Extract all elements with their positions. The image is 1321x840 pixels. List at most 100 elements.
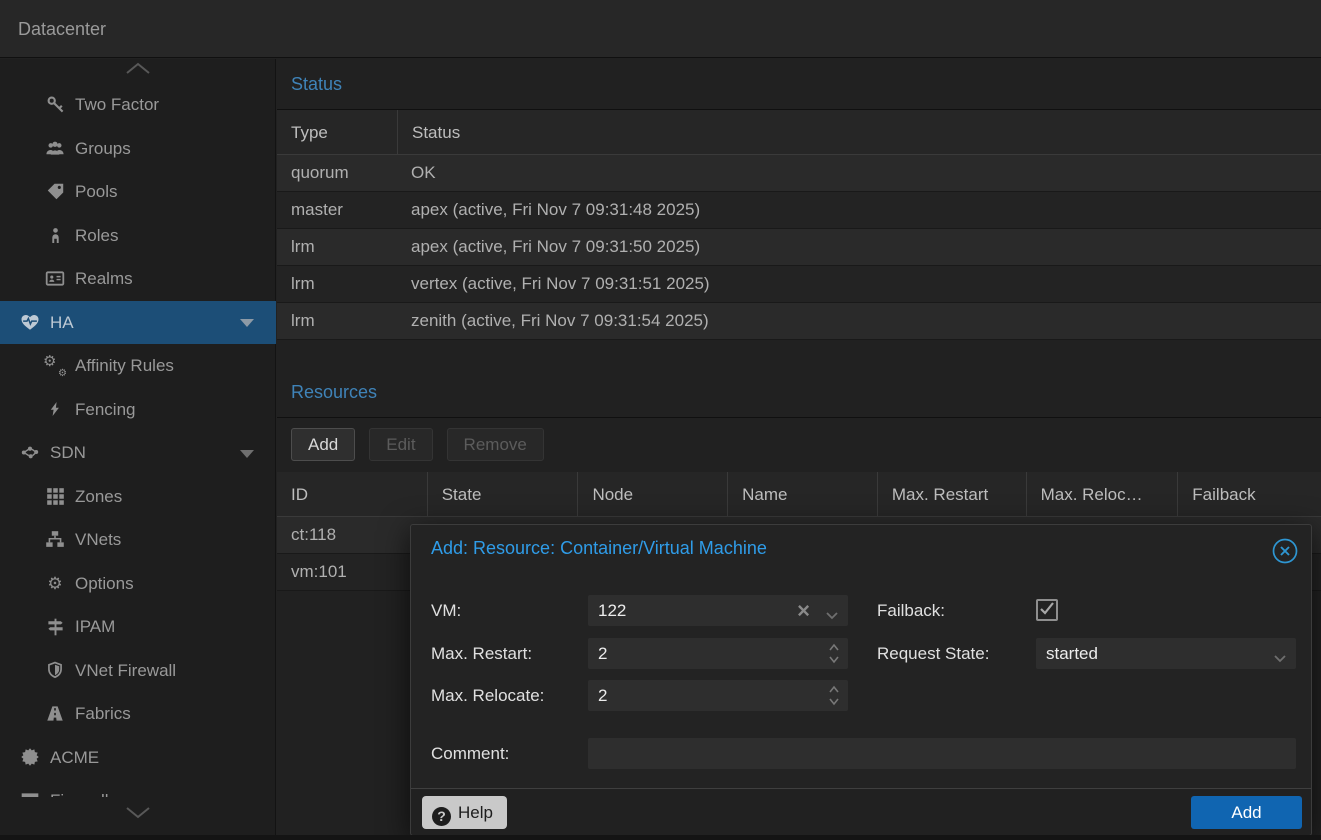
sidebar-item-pools[interactable]: Pools <box>0 170 276 214</box>
sidebar-item-label: Groups <box>75 127 131 171</box>
cell-type: lrm <box>277 303 397 339</box>
status-col-status[interactable]: Status <box>397 110 1321 154</box>
close-icon[interactable] <box>1271 537 1299 565</box>
sidebar-item-label: VNet Firewall <box>75 649 176 693</box>
status-panel: Status TypeStatus quorumOKmasterapex (ac… <box>277 59 1321 340</box>
add-button[interactable]: Add <box>291 428 355 461</box>
cell-type: quorum <box>277 155 397 191</box>
person-icon <box>45 225 65 245</box>
remove-button: Remove <box>447 428 544 461</box>
dialog-footer: ?Help Add <box>411 788 1311 835</box>
failback-checkbox[interactable] <box>1036 599 1058 621</box>
signpost-icon <box>45 617 65 637</box>
spinner-arrows-icon[interactable] <box>828 641 840 671</box>
chevron-down-icon[interactable] <box>1274 650 1286 668</box>
cell-type: master <box>277 192 397 228</box>
status-row[interactable]: masterapex (active, Fri Nov 7 09:31:48 2… <box>277 192 1321 229</box>
status-col-type[interactable]: Type <box>277 110 397 154</box>
vm-value: 122 <box>598 595 626 626</box>
vm-label: VM: <box>431 595 461 626</box>
sidebar-item-label: Options <box>75 562 134 606</box>
status-row[interactable]: lrmapex (active, Fri Nov 7 09:31:50 2025… <box>277 229 1321 266</box>
resources-col-node[interactable]: Node <box>577 472 727 516</box>
add-resource-dialog: Add: Resource: Container/Virtual Machine… <box>410 524 1312 836</box>
cell-id: vm:101 <box>277 554 427 590</box>
max-restart-spinner[interactable]: 2 <box>588 638 848 669</box>
sidebar-item-label: HA <box>50 301 74 345</box>
cell-type: lrm <box>277 266 397 302</box>
caret-down-icon[interactable] <box>240 319 254 327</box>
heartbeat-icon <box>20 312 40 332</box>
sidebar-item-sdn[interactable]: SDN <box>0 431 276 475</box>
sidebar-item-firewall[interactable]: Firewall <box>0 779 276 797</box>
sidebar-item-label: Pools <box>75 170 118 214</box>
clear-icon[interactable]: × <box>797 596 810 625</box>
status-row[interactable]: lrmvertex (active, Fri Nov 7 09:31:51 20… <box>277 266 1321 303</box>
sidebar-scroll-up[interactable] <box>0 61 276 83</box>
bolt-icon <box>45 399 65 419</box>
resources-col-state[interactable]: State <box>427 472 578 516</box>
resources-col-id[interactable]: ID <box>277 472 427 516</box>
sidebar-item-groups[interactable]: Groups <box>0 127 276 171</box>
cell-status: vertex (active, Fri Nov 7 09:31:51 2025) <box>397 266 1321 302</box>
sidebar-item-fabrics[interactable]: Fabrics <box>0 692 276 736</box>
cell-id: ct:118 <box>277 517 427 553</box>
resources-toolbar: Add Edit Remove <box>277 418 1321 472</box>
sidebar-item-two-factor[interactable]: Two Factor <box>0 83 276 127</box>
sidebar-item-vnets[interactable]: VNets <box>0 518 276 562</box>
gears-icon: ⚙⚙ <box>45 356 65 376</box>
max-restart-value: 2 <box>598 638 607 669</box>
add-submit-button[interactable]: Add <box>1191 796 1302 829</box>
cell-status: OK <box>397 155 1321 191</box>
cell-status: apex (active, Fri Nov 7 09:31:50 2025) <box>397 229 1321 265</box>
help-button[interactable]: ?Help <box>422 796 507 829</box>
address-card-icon <box>45 269 65 289</box>
sidebar-item-label: Zones <box>75 475 122 519</box>
resources-col-name[interactable]: Name <box>727 472 877 516</box>
sidebar-item-options[interactable]: ⚙ Options <box>0 562 276 606</box>
spinner-arrows-icon[interactable] <box>828 683 840 713</box>
sidebar-item-label: ACME <box>50 736 99 780</box>
comment-input[interactable] <box>588 738 1296 769</box>
caret-down-icon[interactable] <box>240 450 254 458</box>
status-table-header: TypeStatus <box>277 110 1321 155</box>
sidebar-item-acme[interactable]: ACME <box>0 736 276 780</box>
sidebar-item-ha[interactable]: HA <box>0 301 276 345</box>
page-title: Datacenter <box>18 0 106 58</box>
sidebar-item-label: Realms <box>75 257 133 301</box>
sidebar-item-label: VNets <box>75 518 121 562</box>
question-icon: ? <box>432 807 451 826</box>
gear-icon: ⚙ <box>45 573 65 593</box>
sitemap-icon <box>45 530 65 550</box>
sidebar-item-vnet-firewall[interactable]: VNet Firewall <box>0 649 276 693</box>
road-icon <box>45 704 65 724</box>
firewall-icon <box>20 791 40 797</box>
status-row[interactable]: quorumOK <box>277 155 1321 192</box>
dialog-title: Add: Resource: Container/Virtual Machine <box>431 538 767 559</box>
request-state-select[interactable]: started <box>1036 638 1296 669</box>
resources-col-max-reloc[interactable]: Max. Reloc… <box>1026 472 1178 516</box>
resources-col-max-restart[interactable]: Max. Restart <box>877 472 1026 516</box>
max-relocate-spinner[interactable]: 2 <box>588 680 848 711</box>
sidebar-item-zones[interactable]: Zones <box>0 475 276 519</box>
sidebar-item-affinity-rules[interactable]: ⚙⚙Affinity Rules <box>0 344 276 388</box>
chevron-down-icon[interactable] <box>826 607 838 625</box>
sidebar-scroll-down[interactable] <box>0 806 276 828</box>
sidebar-item-roles[interactable]: Roles <box>0 214 276 258</box>
share-nodes-icon <box>20 443 40 463</box>
sidebar-item-label: IPAM <box>75 605 115 649</box>
resources-col-failback[interactable]: Failback <box>1177 472 1321 516</box>
vm-combobox[interactable]: 122 × <box>588 595 848 626</box>
resources-table-header: IDStateNodeNameMax. RestartMax. Reloc…Fa… <box>277 472 1321 517</box>
sidebar-item-label: Firewall <box>50 779 109 797</box>
proxmox-datacenter-screen: Datacenter Two FactorGroupsPoolsRolesRea… <box>0 0 1321 840</box>
cell-status: zenith (active, Fri Nov 7 09:31:54 2025) <box>397 303 1321 339</box>
sidebar-item-ipam[interactable]: IPAM <box>0 605 276 649</box>
cell-type: lrm <box>277 229 397 265</box>
grid-icon <box>45 486 65 506</box>
resources-panel-title: Resources <box>277 367 1321 418</box>
sidebar-item-realms[interactable]: Realms <box>0 257 276 301</box>
status-row[interactable]: lrmzenith (active, Fri Nov 7 09:31:54 20… <box>277 303 1321 340</box>
sidebar-item-fencing[interactable]: Fencing <box>0 388 276 432</box>
edit-button: Edit <box>369 428 432 461</box>
